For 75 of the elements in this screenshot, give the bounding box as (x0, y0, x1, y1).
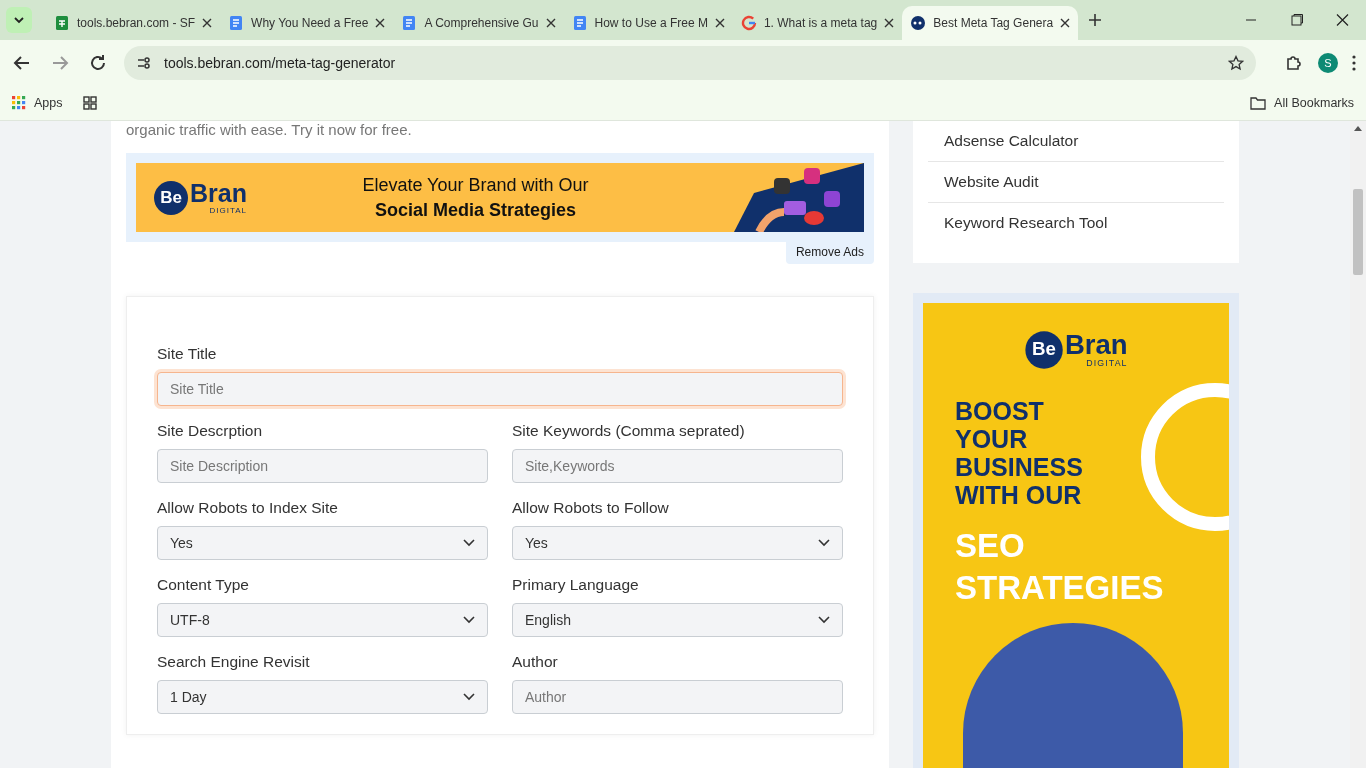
folder-icon (1250, 95, 1267, 110)
ad-headline: BOOST (955, 397, 1045, 425)
ad-banner[interactable]: Be Bran DIGITAL Elevate Your Brand with Our Social Media Strategies (126, 153, 874, 242)
field-label: Content Type (157, 576, 250, 594)
browser-tab[interactable]: Why You Need a Free (220, 6, 394, 40)
ad-headline: BUSINESS (955, 453, 1084, 481)
close-icon[interactable] (375, 18, 386, 28)
field-label: Allow Robots to Follow (512, 499, 670, 517)
document-icon (228, 15, 245, 31)
tab-list-button[interactable] (6, 7, 32, 33)
chevron-down-icon (463, 616, 475, 624)
sidebar-link[interactable]: Keyword Research Tool (928, 203, 1224, 243)
document-icon (401, 15, 418, 31)
sheet-icon (54, 15, 70, 31)
browser-tab[interactable]: 1. What is a meta tag (732, 6, 903, 40)
dropdown-field[interactable]: 1 Day (157, 680, 488, 714)
field-label: Allow Robots to Index Site (157, 499, 339, 517)
scroll-up-icon[interactable] (1354, 125, 1362, 131)
ad-headline: STRATEGIES (955, 568, 1165, 608)
ad-banner[interactable]: Be Bran DIGITAL BOOST YOUR BUSINESS WITH OUR SEO STRATEGIES (923, 303, 1229, 768)
document-icon (571, 15, 588, 31)
close-icon[interactable] (884, 18, 895, 28)
scrollbar[interactable] (1350, 121, 1366, 768)
intro-text: organic traffic with ease. Try it now for free. (126, 121, 413, 140)
url-text: tools.bebran.com/meta-tag-generator (164, 54, 397, 71)
profile-avatar[interactable]: S (1318, 52, 1338, 73)
new-tab-icon[interactable] (1088, 13, 1103, 27)
brand-logo: Be Bran DIGITAL (154, 180, 247, 215)
ad-headline: Social Media Strategies (373, 198, 577, 222)
ad-headline: Elevate Your Brand with Our (361, 174, 590, 198)
field-label: Primary Language (512, 576, 640, 594)
address-bar[interactable]: tools.bebran.com/meta-tag-generator (124, 45, 1256, 80)
text-field[interactable]: Site Description (157, 449, 488, 483)
chevron-down-icon (463, 693, 475, 701)
field-label: Site Keywords (Comma seprated) (512, 422, 746, 440)
g-letter-icon (740, 15, 757, 31)
field-label: Site Descrption (157, 422, 264, 440)
bookmark-link[interactable]: Apps (34, 95, 63, 110)
chevron-down-icon (463, 539, 475, 547)
dropdown-field[interactable]: English (512, 603, 843, 637)
site-settings-icon[interactable] (136, 54, 152, 71)
brand-logo: Be Bran DIGITAL (1024, 331, 1128, 369)
dropdown-field[interactable]: Yes (512, 526, 843, 560)
remove-ads-link[interactable]: Remove Ads (785, 242, 874, 264)
close-icon[interactable] (202, 18, 213, 28)
grid-icon[interactable] (82, 95, 97, 110)
close-icon[interactable] (1060, 18, 1071, 28)
chevron-down-icon (818, 539, 830, 547)
chevron-down-icon (818, 616, 830, 624)
sidebar-link[interactable]: Website Audit (928, 162, 1224, 203)
dropdown-field[interactable]: UTF-8 (157, 603, 488, 637)
field-label: Site Title (157, 345, 218, 363)
sidebar-link[interactable]: Adsense Calculator (928, 121, 1224, 162)
close-icon[interactable] (545, 18, 556, 28)
ad-headline: SEO (955, 526, 1026, 566)
close-icon[interactable] (714, 18, 725, 28)
chevron-down-icon (14, 16, 24, 24)
text-field[interactable]: Site,Keywords (512, 449, 843, 483)
text-field[interactable]: Author (512, 680, 843, 714)
scroll-thumb[interactable] (1353, 189, 1363, 275)
ad-headline: YOUR (955, 425, 1029, 453)
text-field[interactable]: Site Title (157, 372, 843, 406)
browser-tab[interactable]: A Comprehensive Gu (393, 6, 564, 40)
field-label: Author (512, 653, 559, 671)
site-logo-icon (910, 15, 927, 31)
menu-icon[interactable] (1352, 54, 1356, 71)
dropdown-field[interactable]: Yes (157, 526, 488, 560)
ad-headline: WITH OUR (955, 481, 1083, 509)
bookmark-link[interactable]: All Bookmarks (1274, 95, 1354, 110)
browser-tab[interactable]: Best Meta Tag Genera (902, 6, 1079, 40)
apps-grid-icon (12, 95, 26, 110)
browser-tab[interactable]: tools.bebran.com - SF (46, 6, 221, 40)
field-label: Search Engine Revisit (157, 653, 311, 671)
browser-tab[interactable]: How to Use a Free M (563, 6, 733, 40)
star-icon[interactable] (1228, 54, 1244, 71)
